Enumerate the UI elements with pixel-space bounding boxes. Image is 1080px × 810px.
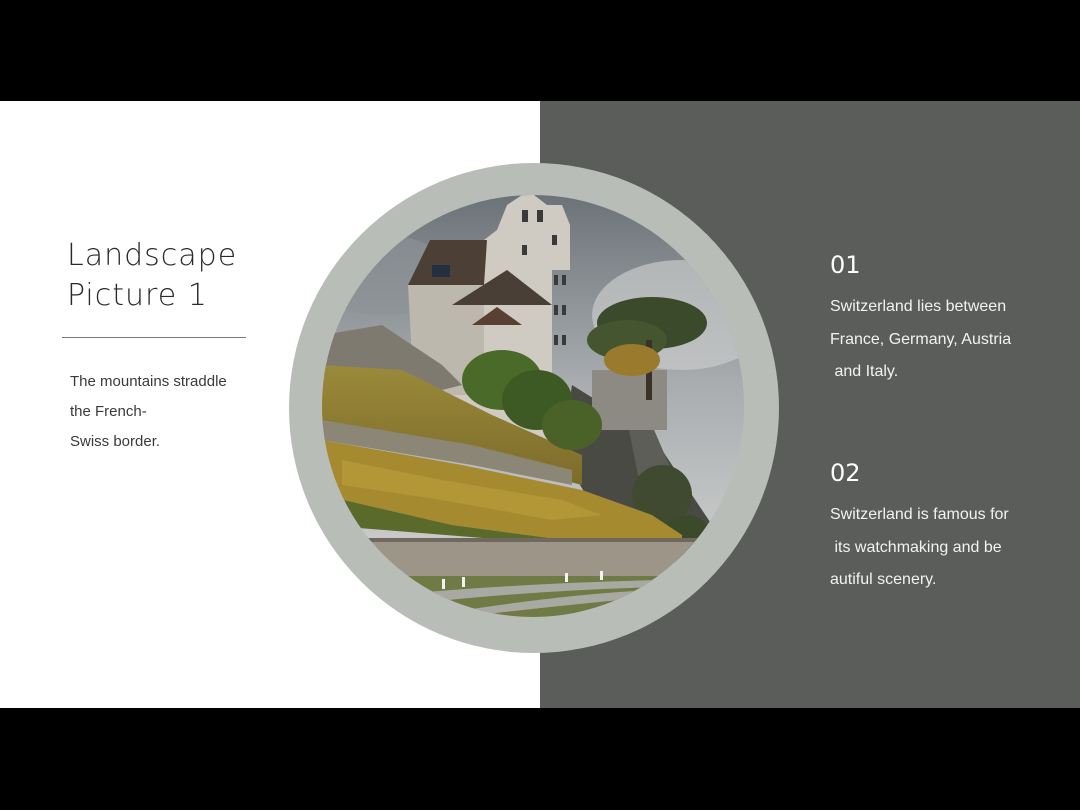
item-01-line-1: Switzerland lies between [830,298,1007,315]
item-02-line-3: autiful scenery. [830,571,937,588]
title-divider [62,337,246,338]
item-02-line-1: Switzerland is famous for [830,506,1009,523]
item-text-02: Switzerland is famous for its watchmakin… [830,499,1070,597]
item-02-line-2: its watchmaking and be [830,538,1002,556]
landscape-photo [322,195,744,617]
caption-line-2: the French- [70,403,147,420]
item-text-01: Switzerland lies between France, Germany… [830,291,1070,389]
caption-line-1: The mountains straddle [70,373,227,390]
item-01-line-2: France, Germany, Austria [830,330,1012,348]
item-01-line-3: and Italy. [830,363,899,380]
slide: Landscape Picture 1 The mountains stradd… [0,101,1080,708]
caption-line-3: Swiss border. [70,433,161,450]
slide-caption: The mountains straddle the French- Swiss… [70,367,260,457]
item-number-02: 02 [830,459,861,487]
title-line-1: Landscape [67,238,238,273]
slide-title: Landscape Picture 1 [67,236,237,316]
title-line-2: Picture 1 [67,278,208,313]
item-number-01: 01 [830,251,861,279]
